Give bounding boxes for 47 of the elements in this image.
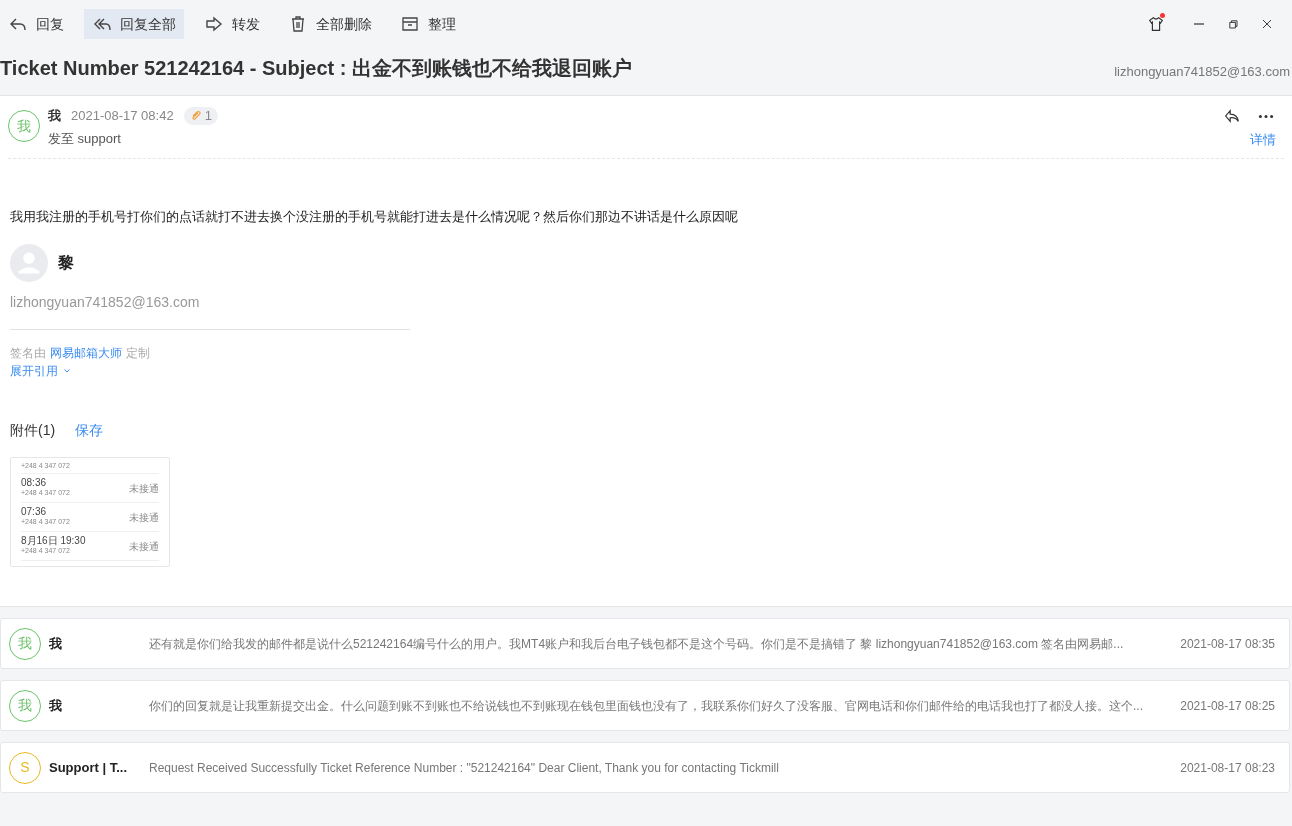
archive-box-icon <box>400 14 420 34</box>
message-preview: 你们的回复就是让我重新提交出金。什么问题到账不到账也不给说钱也不到账现在钱包里面钱也没有了，我联系你们好久了没客服、官网电话和你们邮件给的电话我也打了都没人接。这个... <box>149 697 1144 715</box>
toolbar-button[interactable]: 转发 <box>196 9 268 39</box>
message-time: 2021-08-17 08:35 <box>1180 635 1275 653</box>
recipient: 发至 support <box>48 129 122 148</box>
toolbar-button[interactable]: 整理 <box>392 9 464 39</box>
call-time: 8月16日 19:30 <box>21 536 86 546</box>
minimize-icon <box>1193 23 1205 25</box>
thread-item[interactable]: S Support | T... Request Received Successfully Ticket Reference Number : "521242164" Dear Client, Thank you for contacting Tickmill 2021-08-17 08:23 <box>0 742 1290 793</box>
expand-quote-button[interactable]: 展开引用 <box>10 362 72 380</box>
signature-label: 定制 <box>126 345 150 362</box>
thread-item[interactable]: 我 我 还有就是你们给我发的邮件都是说什么521242164编号什么的用户。我MT4账户和我后台电子钱包都不是这个号码。你们是不是搞错了 黎 lizhongyuan741852@163.com 签名由网易邮... 2021-08-17 08:35 <box>0 618 1290 669</box>
message-preview: Request Received Successfully Ticket Reference Number : "521242164" Dear Client, Thank you for contacting Tickmill <box>149 759 780 777</box>
signature-link[interactable]: 网易邮箱大师 <box>50 344 122 362</box>
attachments-label: 附件(1) <box>10 421 56 440</box>
message-body: 我用我注册的手机号打你们的点话就打不进去换个没注册的手机号就能打进去是什么情况呢？然后你们那边不讲话是什么原因呢 <box>10 207 739 226</box>
toolbar-button[interactable]: 回复全部 <box>84 9 184 39</box>
sender-name: Support | T... <box>49 758 129 777</box>
call-status: 未接通 <box>129 510 159 525</box>
forward-arrow-icon <box>204 14 224 34</box>
call-time: 08:36 <box>21 478 48 488</box>
sent-date: 2021-08-17 08:42 <box>71 107 174 125</box>
sender-name: 我 <box>49 696 63 715</box>
message-preview: 还有就是你们给我发的邮件都是说什么521242164编号什么的用户。我MT4账户和我后台电子钱包都不是这个号码。你们是不是搞错了 黎 lizhongyuan741852@163.com 签名由网易邮... <box>149 635 1125 653</box>
toolbar-button[interactable]: 回复 <box>0 9 72 39</box>
signature-label: 签名由 <box>10 345 46 362</box>
reply-icon <box>1223 107 1241 125</box>
paperclip-icon <box>189 109 202 122</box>
call-status: 未接通 <box>129 481 159 496</box>
save-link[interactable]: 保存 <box>75 420 104 441</box>
sender-name: 我 <box>49 634 63 653</box>
message-time: 2021-08-17 08:23 <box>1180 759 1275 777</box>
reply-button[interactable] <box>1222 106 1242 126</box>
more-icon <box>1258 114 1274 118</box>
t-shirt-icon <box>1147 15 1165 33</box>
details-link[interactable]: 详情 <box>1250 130 1276 150</box>
signature-email: lizhongyuan741852@163.com <box>10 292 410 330</box>
email-subject: Ticket Number 521242164 - Subject : 出金不到账钱也不给我退回账户 <box>0 56 632 81</box>
sender-name: 我 <box>48 107 61 125</box>
call-time: 07:36 <box>21 507 48 517</box>
thread-item[interactable]: 我 我 你们的回复就是让我重新提交出金。什么问题到账不到账也不给说钱也不到账现在钱包里面钱也没有了，我联系你们好久了没客服、官网电话和你们邮件给的电话我也打了都没人接。这个... 2021-08-17 08:25 <box>0 680 1290 731</box>
account-email: lizhongyuan741852@163.com <box>1114 62 1290 81</box>
signature-name: 黎 <box>58 253 74 273</box>
attachment-count: 1 <box>183 106 218 125</box>
message-time: 2021-08-17 08:25 <box>1180 697 1275 715</box>
toolbar-button[interactable]: 全部删除 <box>280 9 380 39</box>
call-status: 未接通 <box>129 539 159 554</box>
